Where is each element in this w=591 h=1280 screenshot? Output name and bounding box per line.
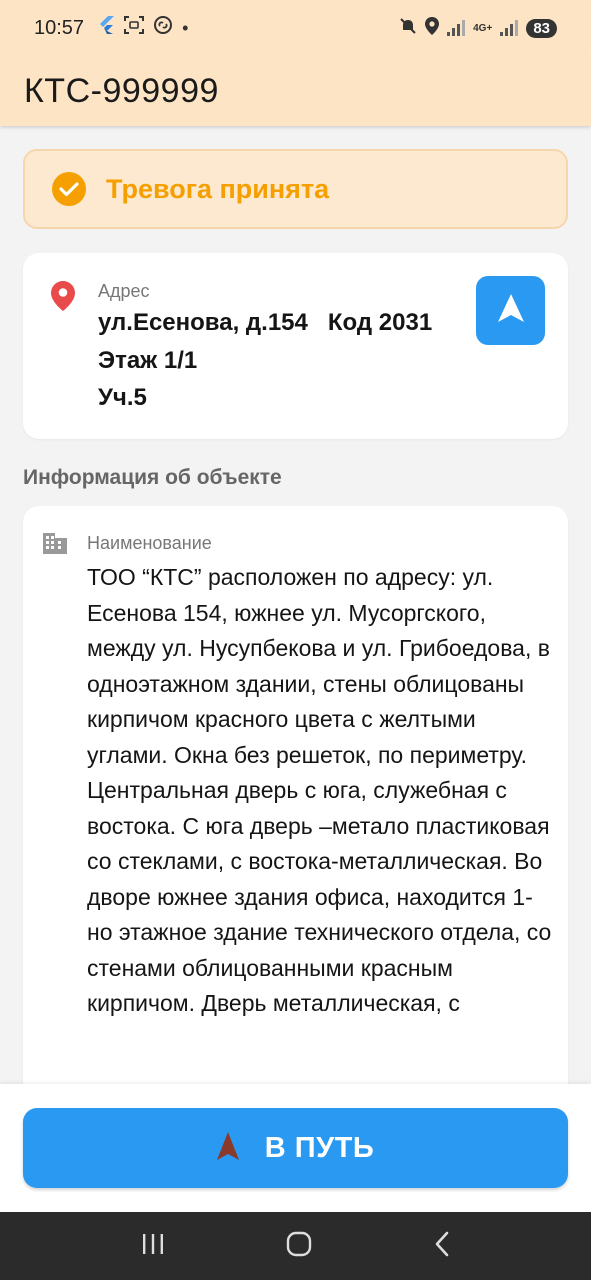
screenshot-icon <box>124 16 145 40</box>
address-line: ул.Есенова, д.154 Код 2031 <box>98 309 433 336</box>
page-title: КТС-999999 <box>24 71 219 110</box>
building-icon <box>41 531 69 560</box>
floor-line: Этаж 1/1 <box>98 347 198 374</box>
address-label: Адрес <box>98 281 150 301</box>
app-bar: КТС-999999 <box>0 56 591 126</box>
system-nav-bar <box>0 1212 591 1280</box>
object-description: ТОО “КТС” расположен по адресу: ул. Есен… <box>87 564 552 1016</box>
alarm-status-banner: Тревога принята <box>23 149 568 229</box>
status-bar: 10:57 • 4G+ 83 <box>0 0 591 56</box>
check-circle-icon <box>52 172 86 206</box>
alarm-status-text: Тревога принята <box>106 173 330 204</box>
signal-icon-2 <box>500 20 519 36</box>
shazam-icon <box>154 16 173 40</box>
navigate-button[interactable] <box>476 276 545 345</box>
district-line: Уч.5 <box>98 384 147 411</box>
section-title: Информация об объекте <box>23 466 282 489</box>
bottom-action-area: В ПУТЬ <box>0 1084 591 1212</box>
signal-icon <box>447 20 466 36</box>
status-time: 10:57 <box>34 16 85 39</box>
navigation-arrow-icon <box>216 1131 239 1165</box>
notification-dot-icon: • <box>182 17 189 38</box>
location-icon <box>425 16 440 40</box>
content-area[interactable]: Тревога принята Адрес ул.Есенова, д.154 … <box>0 126 591 1084</box>
home-button[interactable] <box>286 1231 312 1262</box>
back-button[interactable] <box>434 1231 450 1262</box>
network-type: 4G+ <box>473 22 493 34</box>
battery-level: 83 <box>526 18 557 38</box>
mute-icon <box>399 17 417 40</box>
address-card: Адрес ул.Есенова, д.154 Код 2031 Этаж 1/… <box>23 253 568 439</box>
location-pin-icon <box>51 281 75 316</box>
flutter-icon <box>98 16 115 40</box>
navigation-arrow-icon <box>497 294 524 327</box>
recent-apps-button[interactable] <box>141 1233 165 1260</box>
go-button[interactable]: В ПУТЬ <box>23 1108 568 1188</box>
name-label: Наименование <box>87 533 212 553</box>
go-button-label: В ПУТЬ <box>264 1131 375 1164</box>
object-info-card: Наименование ТОО “КТС” расположен по адр… <box>23 506 568 1084</box>
